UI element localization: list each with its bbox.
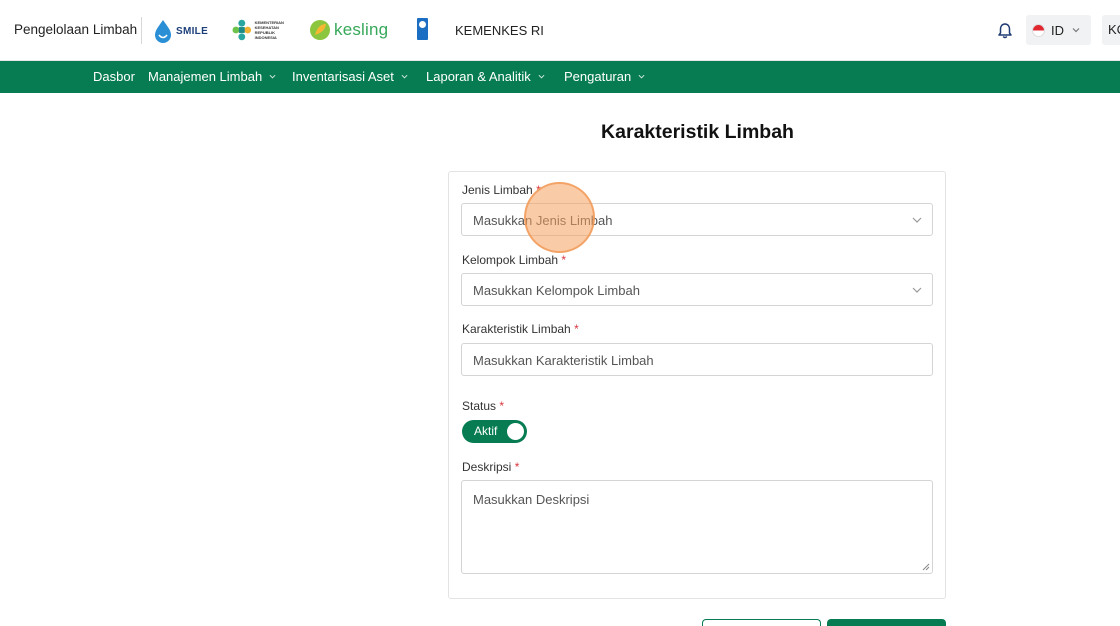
kelompok-limbah-select[interactable]: Masukkan Kelompok Limbah bbox=[461, 273, 933, 306]
toggle-text: Aktif bbox=[474, 424, 498, 438]
header-divider bbox=[141, 17, 142, 44]
save-button[interactable] bbox=[827, 619, 946, 626]
cancel-button[interactable] bbox=[702, 619, 821, 626]
indonesia-flag-icon bbox=[1032, 23, 1045, 37]
select-placeholder: Masukkan Kelompok Limbah bbox=[473, 283, 640, 298]
deskripsi-label: Deskripsi * bbox=[462, 460, 519, 474]
label-text: Jenis Limbah bbox=[462, 183, 533, 197]
main-navigation: Dasbor Manajemen Limbah Inventarisasi As… bbox=[0, 61, 1120, 93]
leaf-icon bbox=[310, 20, 330, 40]
kemkes-logo: KEMENTERIAN KESEHATAN REPUBLIK INDONESIA bbox=[232, 17, 284, 43]
chevron-down-icon bbox=[538, 74, 545, 79]
label-text: Status bbox=[462, 399, 497, 413]
user-initials: KC bbox=[1108, 22, 1120, 37]
select-placeholder: Masukkan Jenis Limbah bbox=[473, 213, 613, 228]
required-mark: * bbox=[536, 183, 541, 197]
required-mark: * bbox=[561, 253, 567, 267]
label-text: Deskripsi bbox=[462, 460, 512, 474]
jenis-limbah-label: Jenis Limbah * bbox=[462, 183, 541, 197]
kemkes-logo-text: KEMENTERIAN KESEHATAN REPUBLIK INDONESIA bbox=[254, 20, 284, 40]
label-text: Karakteristik Limbah bbox=[462, 322, 571, 336]
language-selector[interactable]: ID bbox=[1026, 15, 1091, 45]
kesling-logo: kesling bbox=[309, 17, 395, 43]
nav-item-laporan-analitik[interactable]: Laporan & Analitik bbox=[426, 69, 545, 84]
label-text: Kelompok Limbah bbox=[462, 253, 559, 267]
chevron-down-icon bbox=[1072, 28, 1080, 33]
nav-item-label: Laporan & Analitik bbox=[426, 69, 531, 84]
kesling-logo-text: kesling bbox=[334, 20, 389, 39]
smile-logo: SMILE bbox=[153, 17, 209, 45]
undp-logo bbox=[417, 18, 428, 40]
textarea-placeholder: Masukkan Deskripsi bbox=[473, 492, 590, 507]
water-drop-icon bbox=[155, 20, 171, 43]
chevron-down-icon bbox=[912, 217, 922, 223]
top-header: Pengelolaan Limbah SMILE KEMENTERIAN KES… bbox=[0, 0, 1120, 61]
karakteristik-limbah-input[interactable]: Masukkan Karakteristik Limbah bbox=[461, 343, 933, 376]
karakteristik-limbah-label: Karakteristik Limbah * bbox=[462, 322, 579, 336]
app-title: Pengelolaan Limbah bbox=[14, 22, 138, 37]
chevron-down-icon bbox=[912, 287, 922, 293]
nav-item-label: Inventarisasi Aset bbox=[292, 69, 394, 84]
nav-item-label: Manajemen Limbah bbox=[148, 69, 263, 84]
required-mark: * bbox=[499, 399, 505, 413]
kemkes-emblem-icon bbox=[232, 19, 252, 41]
nav-item-dasbor[interactable]: Dasbor bbox=[93, 69, 135, 84]
nav-item-manajemen-limbah[interactable]: Manajemen Limbah bbox=[148, 69, 276, 84]
toggle-knob bbox=[507, 423, 524, 440]
required-mark: * bbox=[514, 460, 520, 474]
page-title: Karakteristik Limbah bbox=[601, 121, 794, 143]
smile-logo-text: SMILE bbox=[176, 25, 209, 37]
user-menu-button[interactable]: KC bbox=[1102, 15, 1120, 45]
jenis-limbah-select[interactable]: Masukkan Jenis Limbah bbox=[461, 203, 933, 236]
required-mark: * bbox=[574, 322, 579, 336]
nav-item-label: Pengaturan bbox=[564, 69, 632, 84]
nav-item-inventarisasi-aset[interactable]: Inventarisasi Aset bbox=[292, 69, 408, 84]
nav-item-label: Dasbor bbox=[93, 69, 135, 84]
input-placeholder: Masukkan Karakteristik Limbah bbox=[473, 353, 654, 368]
organization-name: KEMENKES RI bbox=[455, 23, 544, 38]
status-toggle[interactable]: Aktif bbox=[462, 420, 527, 443]
bell-icon[interactable] bbox=[996, 22, 1014, 40]
language-code: ID bbox=[1051, 22, 1064, 38]
chevron-down-icon bbox=[638, 74, 645, 79]
deskripsi-textarea[interactable]: Masukkan Deskripsi bbox=[461, 480, 933, 574]
chevron-down-icon bbox=[269, 74, 276, 79]
kelompok-limbah-label: Kelompok Limbah * bbox=[462, 253, 566, 267]
nav-item-pengaturan[interactable]: Pengaturan bbox=[564, 69, 645, 84]
resize-handle-icon[interactable] bbox=[922, 563, 930, 571]
form-card: Jenis Limbah * Masukkan Jenis Limbah Kel… bbox=[448, 171, 946, 599]
chevron-down-icon bbox=[401, 74, 408, 79]
status-label: Status * bbox=[462, 399, 504, 413]
